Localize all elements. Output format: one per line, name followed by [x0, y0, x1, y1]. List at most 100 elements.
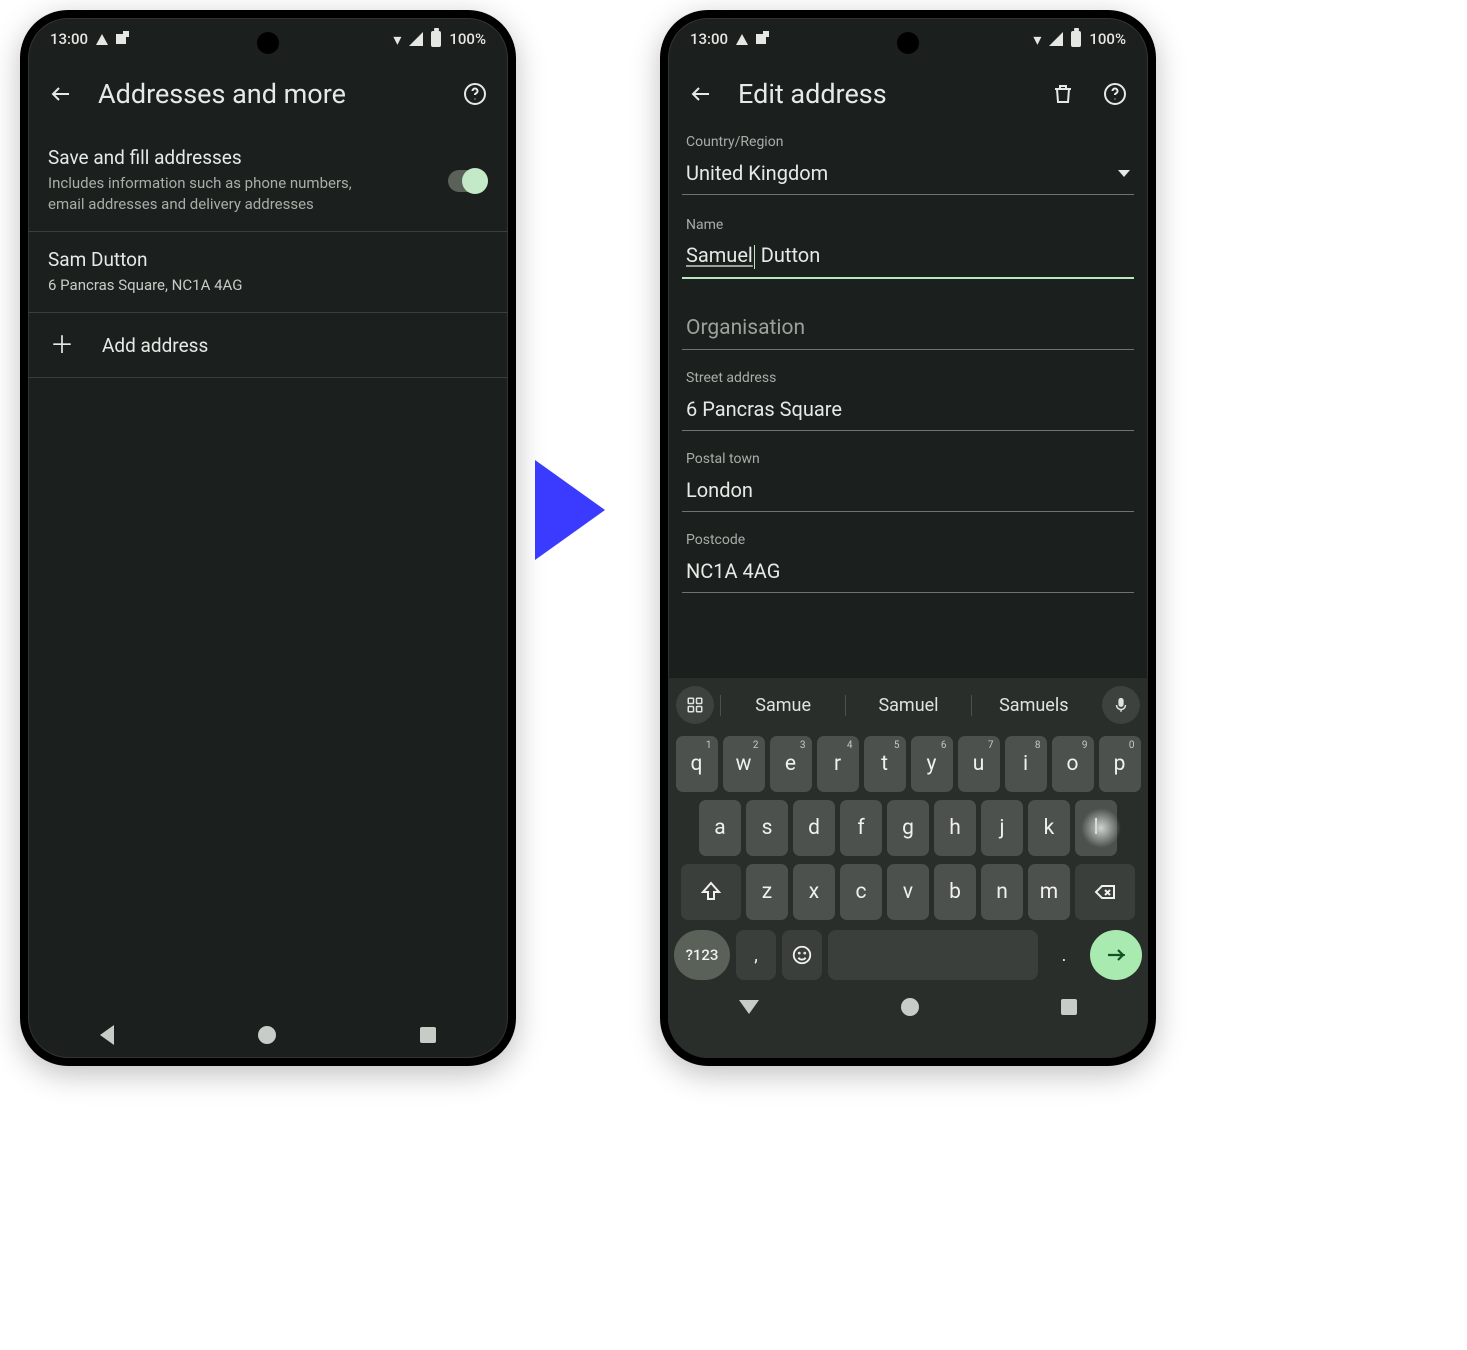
wifi-icon: ▾: [393, 30, 401, 49]
key-h[interactable]: h: [934, 800, 976, 856]
status-time: 13:00: [690, 30, 728, 48]
shift-key[interactable]: [681, 864, 741, 920]
name-label: Name: [668, 203, 1148, 237]
street-label: Street address: [668, 356, 1148, 390]
camera-notch: [897, 32, 919, 54]
key-j[interactable]: j: [981, 800, 1023, 856]
key-g[interactable]: g: [887, 800, 929, 856]
phone-edit-address: 13:00 ▾ 100% Edit address: [660, 10, 1156, 1066]
town-value: London: [686, 478, 753, 502]
key-x[interactable]: x: [793, 864, 835, 920]
save-fill-toggle[interactable]: [448, 170, 488, 192]
key-e[interactable]: e3: [770, 736, 812, 792]
key-k[interactable]: k: [1028, 800, 1070, 856]
suggestion-2[interactable]: Samuel: [845, 695, 970, 716]
save-fill-toggle-row[interactable]: Save and fill addresses Includes informa…: [28, 130, 508, 232]
name-last: Dutton: [756, 243, 820, 267]
saved-address-name: Sam Dutton: [48, 248, 488, 271]
enter-key[interactable]: [1090, 930, 1142, 980]
page-title: Addresses and more: [98, 78, 438, 110]
nav-home[interactable]: [258, 1026, 276, 1044]
key-i[interactable]: i8: [1005, 736, 1047, 792]
wifi-icon: ▾: [1033, 30, 1041, 49]
key-r[interactable]: r4: [817, 736, 859, 792]
key-a[interactable]: a: [699, 800, 741, 856]
key-l[interactable]: l: [1075, 800, 1117, 856]
page-title: Edit address: [738, 78, 1026, 110]
key-u[interactable]: u7: [958, 736, 1000, 792]
suggestion-1[interactable]: Samue: [720, 695, 845, 716]
signal-icon: [1049, 32, 1063, 46]
key-q[interactable]: q1: [676, 736, 718, 792]
android-nav-bar: [28, 1012, 508, 1058]
key-b[interactable]: b: [934, 864, 976, 920]
nav-home[interactable]: [901, 998, 919, 1016]
key-c[interactable]: c: [840, 864, 882, 920]
key-t[interactable]: t5: [864, 736, 906, 792]
key-n[interactable]: n: [981, 864, 1023, 920]
mic-icon[interactable]: [1102, 686, 1140, 724]
app-bar: Addresses and more: [28, 60, 508, 130]
postcode-field[interactable]: NC1A 4AG: [682, 552, 1134, 593]
android-nav-bar: [668, 988, 1148, 1026]
key-m[interactable]: m: [1028, 864, 1070, 920]
nav-back[interactable]: [100, 1025, 114, 1045]
help-button[interactable]: [1100, 79, 1130, 109]
phone-addresses-list: 13:00 ▾ 100% Addresses and more: [20, 10, 516, 1066]
notification-icon-2: [116, 34, 126, 44]
key-v[interactable]: v: [887, 864, 929, 920]
key-p[interactable]: p0: [1099, 736, 1141, 792]
back-button[interactable]: [686, 79, 716, 109]
space-key[interactable]: [828, 930, 1038, 980]
saved-address-row[interactable]: Sam Dutton 6 Pancras Square, NC1A 4AG: [28, 232, 508, 313]
battery-icon: [431, 31, 441, 47]
key-row-1: q1w2e3r4t5y6u7i8o9p0: [668, 732, 1148, 796]
street-field[interactable]: 6 Pancras Square: [682, 390, 1134, 431]
key-y[interactable]: y6: [911, 736, 953, 792]
text-cursor: [754, 245, 755, 269]
backspace-key[interactable]: [1075, 864, 1135, 920]
notification-icon: [96, 34, 108, 45]
battery-percent: 100%: [1089, 30, 1126, 48]
key-row-2: asdfghjkl: [668, 796, 1148, 860]
name-field[interactable]: Samuel Dutton: [682, 237, 1134, 279]
soft-keyboard: Samue Samuel Samuels q1w2e3r4t5y6u7i8o9p…: [668, 677, 1148, 1058]
nav-hide-keyboard[interactable]: [739, 1000, 759, 1014]
town-field[interactable]: London: [682, 471, 1134, 512]
app-bar: Edit address: [668, 60, 1148, 120]
battery-percent: 100%: [449, 30, 486, 48]
organisation-field[interactable]: Organisation: [682, 309, 1134, 350]
period-key[interactable]: .: [1044, 930, 1084, 980]
notification-icon: [736, 34, 748, 45]
key-z[interactable]: z: [746, 864, 788, 920]
key-s[interactable]: s: [746, 800, 788, 856]
add-address-button[interactable]: ＋ Add address: [28, 313, 508, 378]
symbols-key[interactable]: ?123: [674, 930, 730, 980]
nav-recent[interactable]: [1061, 999, 1077, 1015]
toggle-subtext: Includes information such as phone numbe…: [48, 173, 388, 215]
help-button[interactable]: [460, 79, 490, 109]
key-w[interactable]: w2: [723, 736, 765, 792]
comma-key[interactable]: ,: [736, 930, 776, 980]
toggle-heading: Save and fill addresses: [48, 146, 432, 169]
postcode-label: Postcode: [668, 518, 1148, 552]
street-value: 6 Pancras Square: [686, 397, 842, 421]
postcode-value: NC1A 4AG: [686, 559, 780, 583]
country-dropdown[interactable]: United Kingdom: [682, 154, 1134, 195]
back-button[interactable]: [46, 79, 76, 109]
key-o[interactable]: o9: [1052, 736, 1094, 792]
saved-address-line: 6 Pancras Square, NC1A 4AG: [48, 275, 388, 296]
keyboard-menu-icon[interactable]: [676, 686, 714, 724]
transition-arrow-icon: [535, 460, 605, 560]
suggestion-3[interactable]: Samuels: [971, 695, 1096, 716]
emoji-key[interactable]: [782, 930, 822, 980]
delete-button[interactable]: [1048, 79, 1078, 109]
country-value: United Kingdom: [686, 161, 828, 185]
nav-recent[interactable]: [420, 1027, 436, 1043]
signal-icon: [409, 32, 423, 46]
key-f[interactable]: f: [840, 800, 882, 856]
town-label: Postal town: [668, 437, 1148, 471]
suggestion-bar: Samue Samuel Samuels: [668, 678, 1148, 732]
key-d[interactable]: d: [793, 800, 835, 856]
country-label: Country/Region: [668, 120, 1148, 154]
